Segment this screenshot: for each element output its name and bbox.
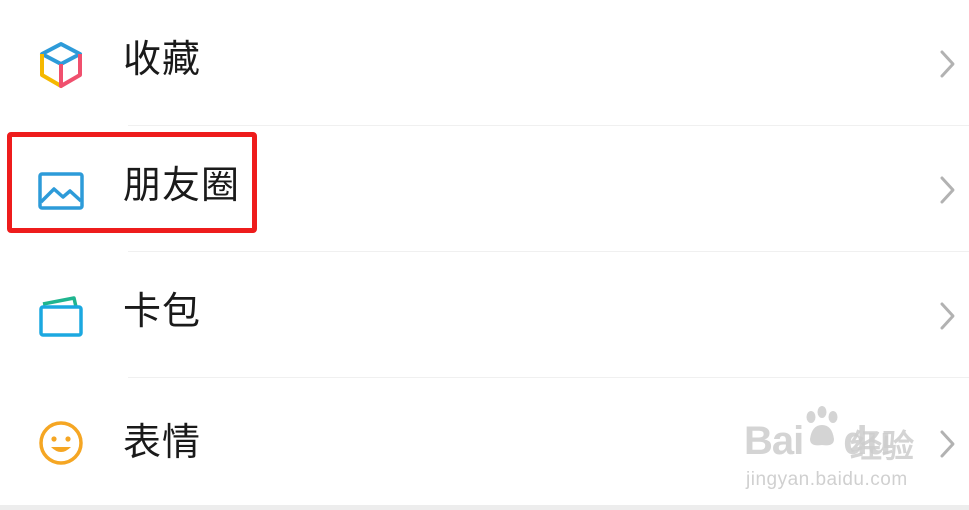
chevron-right-icon (937, 172, 959, 208)
wechat-me-screen: 收藏 朋友圈 卡包 表情 Bai du 经验 jingyan.baidu.com (0, 0, 969, 510)
bottom-separator (0, 505, 969, 510)
menu-item-label: 表情 (123, 420, 202, 464)
card-wallet-icon (34, 290, 88, 344)
menu-item-favorites[interactable]: 收藏 (0, 0, 969, 126)
highlight-box (7, 132, 257, 233)
favorites-cube-icon (34, 38, 88, 92)
menu-item-label: 收藏 (123, 37, 202, 81)
chevron-right-icon (937, 46, 959, 82)
menu-item-stickers[interactable]: 表情 (0, 378, 969, 505)
chevron-right-icon (937, 298, 959, 334)
smiley-face-icon (34, 416, 88, 470)
menu-item-card-wallet[interactable]: 卡包 (0, 252, 969, 378)
menu-list: 收藏 朋友圈 卡包 表情 (0, 0, 969, 505)
chevron-right-icon (937, 426, 959, 462)
menu-item-label: 卡包 (123, 289, 202, 333)
